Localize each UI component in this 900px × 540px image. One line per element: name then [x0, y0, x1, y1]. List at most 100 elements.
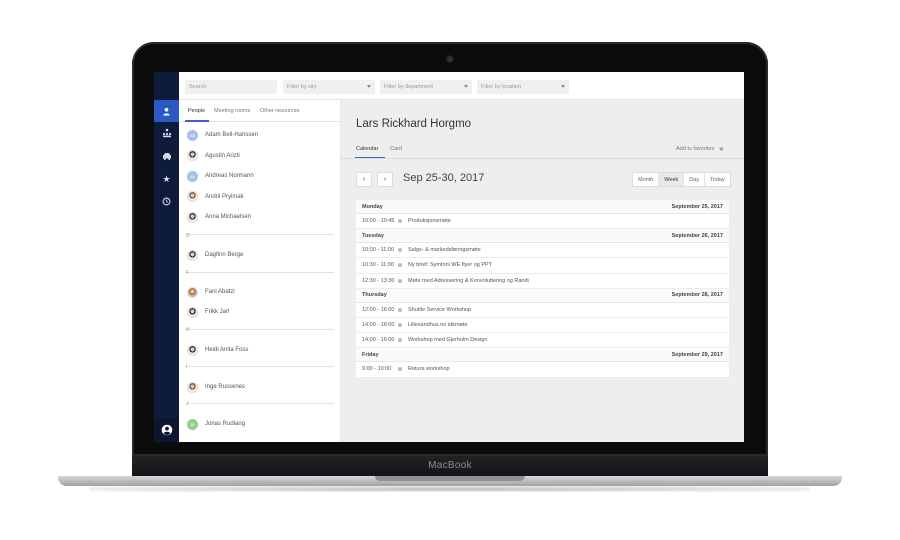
day-header: Tuesday September 26, 2017 — [356, 229, 729, 244]
person-name: Adam Bell-Hanssen — [205, 132, 259, 138]
day-name: Monday — [362, 203, 383, 210]
section-divider — [186, 329, 334, 330]
calendar-event[interactable]: 10:00 - 10:45 Produksjonsmøte — [356, 214, 729, 230]
event-title: Salgs- & markedsføringsmøte — [408, 247, 481, 254]
location-filter-label: Filter by location — [481, 84, 522, 90]
section-divider — [186, 403, 334, 404]
tab-card[interactable]: Card — [390, 146, 402, 152]
nav-recent[interactable] — [154, 190, 179, 212]
nav-favorites[interactable]: ★ — [154, 168, 179, 190]
day-name: Tuesday — [362, 232, 384, 239]
calendar-event[interactable]: 12:30 - 13:30 Møte med Adressering & Kon… — [356, 273, 729, 289]
person-item[interactable]: Anna Michaelsen — [187, 210, 251, 224]
day-name: Thursday — [362, 292, 387, 299]
location-filter-select[interactable]: Filter by location — [477, 80, 569, 94]
person-name: Andreas Normann — [205, 173, 254, 179]
avatar: JR — [187, 418, 198, 430]
person-detail-panel: Lars Rickhard Horgmo Calendar Card Add t… — [341, 100, 744, 442]
event-dot-icon — [398, 338, 402, 343]
app-screen: ★ Search Filter by city Filter by depart… — [154, 72, 744, 442]
filter-bar: Search Filter by city Filter by departme… — [179, 72, 744, 100]
section-letter: F — [186, 270, 190, 276]
calendar-agenda: Monday September 25, 2017 10:00 - 10:45 … — [356, 200, 729, 378]
tab-meeting-rooms[interactable]: Meeting rooms — [214, 108, 250, 114]
person-icon — [163, 107, 170, 116]
person-name: Inge Russenes — [205, 384, 246, 390]
active-tab-indicator — [185, 120, 209, 122]
calendar-event[interactable]: 14:00 - 16:00 Lillesandhus.no idémøte — [356, 317, 729, 334]
view-day-button[interactable]: Day — [684, 173, 706, 186]
prev-week-button[interactable]: ‹ — [356, 172, 372, 187]
person-item[interactable]: Dagfinn Berge — [187, 248, 243, 262]
org-chart-icon — [162, 128, 171, 138]
person-item[interactable]: Heidi Anita Foss — [187, 343, 248, 357]
chevron-down-icon — [367, 85, 371, 88]
event-time: 14:00 - 16:00 — [362, 337, 395, 344]
day-header: Thursday September 28, 2017 — [356, 288, 729, 303]
calendar-event[interactable]: 10:00 - 11:00 Salgs- & markedsføringsmøt… — [356, 243, 729, 259]
event-title: Workshop med Gjerholm Design — [408, 337, 488, 344]
person-name: Jonas Rudlang — [205, 421, 246, 427]
people-tabs: People Meeting rooms Other resources — [179, 100, 340, 122]
avatar — [187, 344, 198, 356]
city-filter-select[interactable]: Filter by city — [283, 80, 375, 94]
search-input[interactable]: Search — [185, 80, 277, 94]
person-item[interactable]: AB Adam Bell-Hanssen — [187, 128, 258, 142]
event-time: 9:00 - 10:00 — [362, 366, 392, 373]
department-filter-select[interactable]: Filter by department — [380, 80, 472, 94]
event-dot-icon — [398, 248, 402, 253]
clock-icon — [162, 197, 171, 205]
event-time: 12:30 - 13:30 — [362, 277, 395, 284]
person-item[interactable]: AN Andreas Normann — [187, 169, 254, 183]
person-name: Fani Abatzi — [205, 289, 235, 295]
event-dot-icon — [398, 307, 402, 312]
section-divider — [186, 272, 334, 273]
nav-vehicles[interactable] — [154, 145, 179, 167]
view-week-button[interactable]: Week — [659, 173, 685, 186]
person-item[interactable]: Frikk Jarl — [187, 305, 229, 319]
calendar-event[interactable]: 9:00 - 10:00 Retura workshop — [356, 362, 729, 378]
event-time: 14:00 - 16:00 — [362, 322, 395, 329]
tab-other-resources[interactable]: Other resources — [260, 108, 299, 114]
avatar — [187, 381, 198, 393]
event-time: 10:30 - 11:00 — [362, 262, 395, 269]
event-title: Produksjonsmøte — [408, 218, 451, 225]
event-time: 10:00 - 10:45 — [362, 218, 395, 225]
event-time: 12:00 - 16:00 — [362, 306, 395, 313]
tab-people[interactable]: People — [188, 108, 205, 114]
event-title: Ny brief: Symfoni WE flyer og PPT — [408, 262, 493, 269]
view-month-button[interactable]: Month — [633, 173, 660, 186]
person-item[interactable]: Andrii Pryimak — [187, 190, 244, 204]
person-item[interactable]: JR Jonas Rudlang — [187, 417, 245, 431]
day-header: Monday September 25, 2017 — [356, 200, 729, 214]
event-title: Møte med Adressering & Konvoluttering og… — [408, 277, 529, 284]
nav-account[interactable] — [154, 418, 179, 442]
chevron-right-icon: › — [383, 176, 387, 183]
nav-organization[interactable] — [154, 122, 179, 144]
person-name: Frikk Jarl — [205, 309, 230, 315]
add-to-favorites-button[interactable]: Add to favorites ★ — [676, 145, 725, 153]
person-item[interactable]: Agustin Arizti — [187, 149, 240, 163]
event-title: Lillesandhus.no idémøte — [408, 322, 468, 329]
nav-people[interactable] — [154, 100, 179, 122]
view-today-button[interactable]: Today — [705, 173, 730, 186]
person-item[interactable]: Inge Russenes — [187, 380, 245, 394]
date-range-title: Sep 25-30, 2017 — [403, 172, 485, 184]
avatar: AB — [187, 129, 198, 141]
calendar-event[interactable]: 10:30 - 11:00 Ny brief: Symfoni WE flyer… — [356, 258, 729, 274]
chevron-down-icon — [561, 85, 565, 88]
section-divider — [186, 234, 334, 235]
section-letter: I — [186, 364, 188, 370]
day-date: September 28, 2017 — [671, 292, 723, 299]
person-name: Agustin Arizti — [205, 152, 240, 159]
car-icon — [162, 152, 171, 160]
calendar-event[interactable]: 14:00 - 16:00 Workshop med Gjerholm Desi… — [356, 333, 729, 349]
tab-calendar[interactable]: Calendar — [356, 146, 378, 152]
person-item[interactable]: Fani Abatzi — [187, 285, 235, 299]
calendar-event[interactable]: 12:00 - 16:00 Shuttle Service Workshop — [356, 302, 729, 318]
next-week-button[interactable]: › — [377, 172, 393, 187]
city-filter-label: Filter by city — [287, 84, 317, 90]
avatar — [187, 286, 198, 298]
section-letter: D — [186, 233, 190, 239]
event-dot-icon — [398, 278, 402, 283]
